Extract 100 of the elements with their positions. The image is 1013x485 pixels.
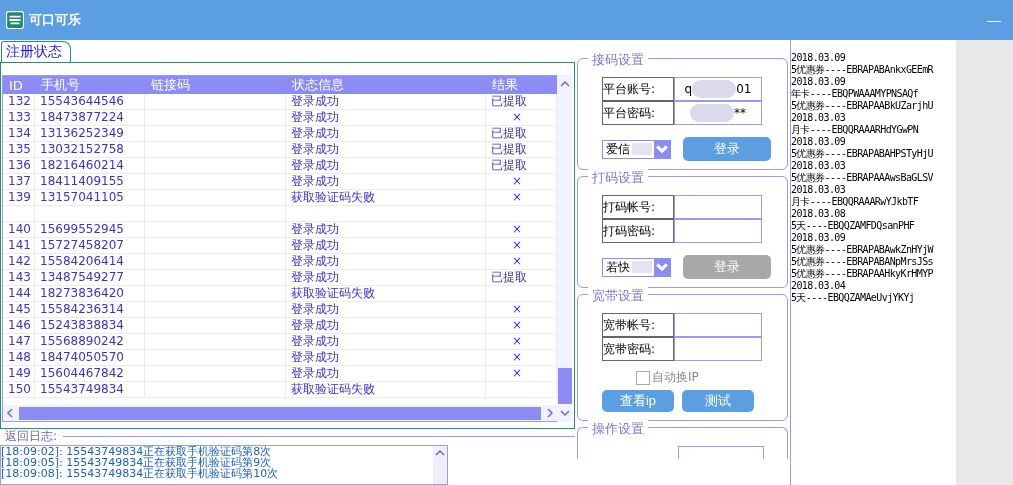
code-line: 2018.03.03 [791,112,847,124]
table-cell: 139 [3,190,35,205]
table-cell: 132 [3,94,35,109]
code-line: 5优惠券----EBRAPABAHPSTyHjU [791,148,935,160]
table-cell: 登录成功 [286,318,486,333]
scrollbar-thumb[interactable] [557,368,572,404]
field-label: 打码密码: [602,219,674,243]
table-cell: 获取验证码失败 [286,190,486,205]
dropdown[interactable]: 爱信 [602,139,671,159]
table-cell: 18473877224 [35,110,145,125]
log-line: [18:09:05]: 15543749834正在获取手机验证码第9次 [1,457,272,468]
login-button[interactable]: 登录 [683,255,771,279]
redaction-blur [692,80,737,98]
table-cell: 18216460214 [35,158,145,173]
table-cell: 登录成功 [286,158,486,173]
code-line: 5优惠券----EBRAPABAwkZnHYjW [791,244,935,256]
code-line: 5优惠券----EBRAPAAHkyKrHMYP [791,268,935,280]
table-cell: 登录成功 [286,302,486,317]
chevron-down-icon [654,140,670,158]
code-line: 5优惠券----EBRAPABAnkxGEEmR [791,64,935,76]
window-title: 可口可乐 [29,11,81,29]
table-cell: 登录成功 [286,126,486,141]
column-header[interactable]: 状态信息 [286,76,486,94]
table-cell: 登录成功 [286,350,486,365]
code-line: 5天----EBQQZAMFDQsanPHF [791,220,916,232]
input-field[interactable] [674,219,762,243]
table-cell: 获取验证码失败 [286,382,486,397]
table-cell: 15543644546 [35,94,145,109]
table-cell: 登录成功 [286,110,486,125]
code-line: 月卡----EBQQRAAARHdYGwPN [791,124,920,136]
group-title: 宽带设置 [588,287,648,305]
scrollbar-thumb[interactable] [19,406,541,420]
table-cell: 136 [3,158,35,173]
minimize-button[interactable]: — [981,12,1007,28]
table-cell: 150 [3,382,35,397]
code-line: 2018.03.03 [791,184,847,196]
table-cell: 140 [3,222,35,237]
table-cell: 15699552945 [35,222,145,237]
table-cell: 18474050570 [35,350,145,365]
table-cell: 登录成功 [286,254,486,269]
code-line: 2018.03.03 [791,160,847,172]
field-label: 平台账号: [602,77,674,101]
code-line: 5天----EBQQZAMAeUvjYKYj [791,292,916,304]
table-cell: 146 [3,318,35,333]
table-cell: 18411409155 [35,174,145,189]
table-cell: 13136252349 [35,126,145,141]
table-cell: 147 [3,334,35,349]
table-cell: 134 [3,126,35,141]
code-line: 2018.03.04 [791,280,847,292]
table-cell: 133 [3,110,35,125]
checkbox[interactable] [636,370,650,385]
column-header[interactable]: ID [3,77,35,93]
column-header[interactable]: 链接码 [145,76,286,94]
table-cell: 登录成功 [286,366,486,381]
table-cell: 145 [3,302,35,317]
action-button[interactable]: 测试 [682,390,754,412]
table-cell: 登录成功 [286,270,486,285]
action-button[interactable]: 查看ip [602,390,674,412]
code-line: 5优惠券----EBRAPAAAwsBaGLSV [791,172,935,184]
field-label: 平台密码: [602,101,674,125]
login-button[interactable]: 登录 [683,137,771,161]
table-cell: 登录成功 [286,222,486,237]
table-cell: 15568890242 [35,334,145,349]
code-line: 5优惠券----EBRAPAABkUZarjhU [791,100,935,112]
table-cell: 获取验证码失败 [286,286,486,301]
group-title: 返回日志: [5,430,58,443]
input-field[interactable] [674,313,762,337]
code-line: 2018.03.08 [791,208,847,220]
chevron-down-icon [654,258,670,276]
checkbox-label: 自动换IP [652,369,699,386]
table-cell: 143 [3,270,35,285]
field-label: 宽带帐号: [602,313,674,337]
column-header[interactable]: 手机号 [35,76,145,94]
code-line: 2018.03.09 [791,76,847,88]
table-cell: 135 [3,142,35,157]
input-field[interactable] [674,337,762,361]
table-cell: 13157041105 [35,190,145,205]
tab[interactable]: 注册状态 [1,41,71,62]
table-cell: 18273836420 [35,286,145,301]
table-cell: 15584236314 [35,302,145,317]
input-field[interactable]: ** [674,101,762,125]
input-field[interactable] [674,195,762,219]
vertical-scrollbar[interactable] [557,75,572,422]
table-cell: 148 [3,350,35,365]
horizontal-scrollbar[interactable] [3,405,557,421]
table-cell: 142 [3,254,35,269]
column-header[interactable]: 结果 [486,76,557,94]
input-field[interactable]: q 01 [674,77,762,101]
input-field[interactable] [678,446,764,459]
code-line: 2018.03.09 [791,136,847,148]
code-line: 年卡----EBQPWAAAMYPNSAQf [791,88,920,100]
table-cell: 13487549277 [35,270,145,285]
redaction-blur [690,104,734,122]
code-line: 月卡----EBQQRAAARwYJkbTF [791,196,920,208]
table-cell: 144 [3,286,35,301]
log-line: [18:09:08]: 15543749834正在获取手机验证码第10次 [1,468,280,479]
dropdown[interactable]: 若快 [602,257,671,277]
table-cell: 15243838834 [35,318,145,333]
table-cell: 登录成功 [286,238,486,253]
code-line: 2018.03.09 [791,52,847,64]
